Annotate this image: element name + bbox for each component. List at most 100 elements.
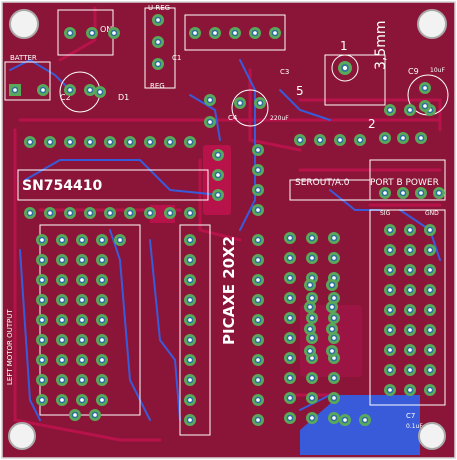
left-header-pad: [76, 394, 88, 406]
center-grid-pad: [284, 292, 296, 304]
ic-pad: [124, 136, 136, 148]
label-one: 1: [340, 39, 348, 53]
picaxe-pad: [184, 354, 196, 366]
c7-pad: [359, 414, 371, 426]
left-header-pad: [56, 374, 68, 386]
right-header-pad: [404, 244, 416, 256]
ic-pad: [184, 136, 196, 148]
label-left-motor: LEFT MOTOR OUTPUT: [6, 309, 14, 385]
left-header-pad: [96, 394, 108, 406]
center-mid-pad: [304, 279, 316, 291]
label-sig: SIG: [380, 210, 391, 217]
left-header-pad: [96, 354, 108, 366]
mounting-hole-tl: [9, 9, 39, 39]
label-reg: REG: [150, 82, 165, 90]
center-mid-pad: [326, 323, 338, 335]
center-mid-pad: [326, 279, 338, 291]
right-header-pad: [384, 304, 396, 316]
right-header-pad: [384, 344, 396, 356]
right-header-pad: [424, 224, 436, 236]
picaxe-pad: [184, 314, 196, 326]
mounting-hole-tr: [417, 9, 447, 39]
servo-pad: [314, 134, 326, 146]
servo-pad: [334, 134, 346, 146]
right-header-pad: [424, 344, 436, 356]
c9-pad: [419, 82, 431, 94]
left-header-pad: [56, 334, 68, 346]
picaxe-pad-b: [252, 294, 264, 306]
center-mid-pad: [304, 323, 316, 335]
header-pad: [229, 27, 241, 39]
center-mid-pad: [326, 301, 338, 313]
left-header-pad: [36, 334, 48, 346]
ic-pad-b: [124, 207, 136, 219]
picaxe-pad: [184, 334, 196, 346]
left-header-pad: [36, 374, 48, 386]
left-header-pad: [36, 394, 48, 406]
regulator-pad: [152, 14, 164, 26]
label-d1: D1: [118, 93, 129, 102]
center-grid-pad: [306, 412, 318, 424]
servo-pad: [294, 134, 306, 146]
picaxe-pad: [184, 394, 196, 406]
label-c9: C9: [408, 67, 419, 76]
jack-pad-b: [404, 104, 416, 116]
center-grid-pad: [284, 332, 296, 344]
left-header-pad: [56, 354, 68, 366]
left-header-pad: [96, 234, 108, 246]
picaxe-pad: [184, 414, 196, 426]
right-header-pad: [404, 344, 416, 356]
center-grid-pad: [306, 372, 318, 384]
center-mid-pad: [304, 301, 316, 313]
left-header-pad: [36, 314, 48, 326]
jack-pad: [338, 61, 352, 75]
battery-pad: [37, 84, 49, 96]
ic-pad: [104, 136, 116, 148]
left-header-pad: [56, 314, 68, 326]
right-header-pad: [384, 364, 396, 376]
label-01uf: 0.1uF: [406, 423, 423, 430]
c4b-pad: [254, 97, 266, 109]
c4-pad: [204, 94, 216, 106]
switch-pad: [64, 27, 76, 39]
d1-pad: [94, 86, 106, 98]
c2-pad: [84, 84, 96, 96]
picaxe-pad-b: [252, 394, 264, 406]
label-five: 5: [296, 84, 304, 98]
header-pad: [209, 27, 221, 39]
label-10uf: 10uF: [430, 67, 445, 74]
picaxe-pad: [184, 274, 196, 286]
right-header-pad: [424, 264, 436, 276]
left-header-pad: [36, 254, 48, 266]
ic-pad: [144, 136, 156, 148]
picaxe-pad-b: [252, 274, 264, 286]
header-pad: [189, 27, 201, 39]
left-header-pad: [56, 274, 68, 286]
picaxe-pad-b: [252, 354, 264, 366]
right-header-pad: [384, 244, 396, 256]
picaxe-pad: [184, 294, 196, 306]
center-grid-pad: [284, 232, 296, 244]
ic-pad: [24, 136, 36, 148]
port-b-pad: [415, 132, 427, 144]
ic-pad: [44, 136, 56, 148]
c4-pad: [204, 116, 216, 128]
c-pad: [212, 169, 224, 181]
ic-pad-b: [24, 207, 36, 219]
center-grid-pad: [284, 352, 296, 364]
center-mid-pad: [326, 345, 338, 357]
center-grid-pad: [284, 252, 296, 264]
right-header-pad: [404, 324, 416, 336]
label-two: 2: [368, 117, 376, 131]
center-grid-pad: [284, 312, 296, 324]
center-grid-pad: [328, 252, 340, 264]
jack-pad-b: [384, 104, 396, 116]
right-header-pad: [404, 364, 416, 376]
left-header-pad: [36, 354, 48, 366]
c9-pad: [419, 100, 431, 112]
right-header-pad: [384, 384, 396, 396]
label-jack: 3,5mm: [373, 20, 389, 70]
left-header-pad: [36, 294, 48, 306]
left-header-pad: [96, 294, 108, 306]
c-pad: [212, 189, 224, 201]
